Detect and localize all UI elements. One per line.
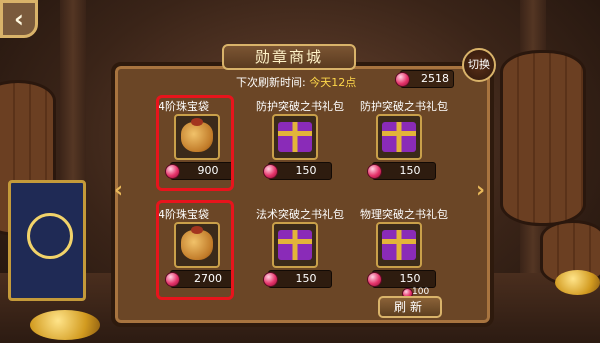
gold-pile-image xyxy=(30,310,100,340)
refresh-time: 下次刷新时间: 今天12点 xyxy=(236,74,356,90)
item-icon-frame xyxy=(376,114,422,160)
item-icon-frame xyxy=(272,222,318,268)
price-value: 150 xyxy=(295,272,317,285)
gift-box-icon xyxy=(278,230,312,260)
banner-image xyxy=(8,180,86,301)
refresh-button[interactable]: 刷新 xyxy=(378,296,442,318)
gem-icon xyxy=(367,164,382,179)
barrel-image xyxy=(500,50,586,226)
gold-pile-image xyxy=(555,270,600,295)
highlight-outline xyxy=(156,95,234,191)
page-title: 勋章商城 xyxy=(222,44,356,70)
gem-balance: 2518 xyxy=(395,70,454,88)
back-button[interactable]: ‹ xyxy=(0,0,38,38)
gem-icon xyxy=(263,164,278,179)
price-value: 150 xyxy=(399,164,421,177)
gem-count: 2518 xyxy=(421,72,449,85)
item-name: 物理突破之书礼包 xyxy=(360,208,448,221)
item-icon-frame xyxy=(272,114,318,160)
price-value: 150 xyxy=(399,272,421,285)
gift-box-icon xyxy=(382,230,416,260)
gift-box-icon xyxy=(278,122,312,152)
item-name: 防护突破之书礼包 xyxy=(360,100,448,113)
prev-page-arrow-icon[interactable]: ‹ xyxy=(114,178,123,203)
gem-icon xyxy=(395,72,410,87)
refresh-time-label: 下次刷新时间: xyxy=(236,76,306,89)
next-page-arrow-icon[interactable]: › xyxy=(476,178,485,203)
switch-button[interactable]: 切换 xyxy=(462,48,496,82)
item-price: 150 xyxy=(263,270,332,288)
item-price: 150 xyxy=(367,270,436,288)
item-price: 150 xyxy=(263,162,332,180)
gem-icon xyxy=(263,272,278,287)
back-arrow-icon: ‹ xyxy=(14,5,24,33)
gift-box-icon xyxy=(382,122,416,152)
highlight-outline xyxy=(156,200,234,300)
item-icon-frame xyxy=(376,222,422,268)
item-price: 150 xyxy=(367,162,436,180)
item-name: 法术突破之书礼包 xyxy=(256,208,344,221)
item-name: 防护突破之书礼包 xyxy=(256,100,344,113)
gem-icon xyxy=(367,272,382,287)
refresh-time-value: 今天12点 xyxy=(309,76,357,89)
price-value: 150 xyxy=(295,164,317,177)
